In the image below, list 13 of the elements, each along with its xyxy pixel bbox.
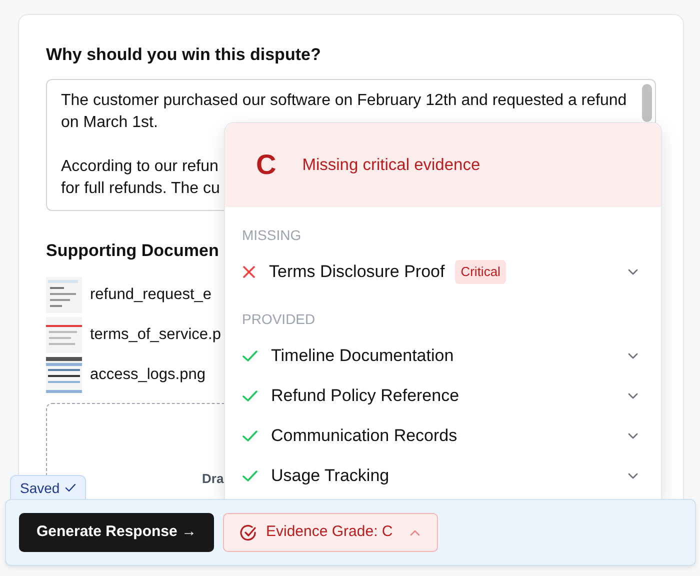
grade-summary: Missing critical evidence — [302, 154, 480, 176]
answer-text: The customer purchased our software on February 12th and requested a refund — [61, 91, 627, 111]
section-label: MISSING — [242, 226, 302, 245]
saved-label: Saved — [20, 478, 60, 498]
critical-tag: Critical — [454, 260, 506, 284]
grade-letter: C — [256, 148, 276, 182]
answer-text: for full refunds. The cu — [61, 179, 220, 199]
answer-text: on March 1st. — [61, 113, 158, 133]
section-heading: Supporting Documen — [46, 240, 220, 262]
dropzone-text: Dra — [202, 471, 224, 486]
answer-text: According to our refun — [61, 157, 218, 177]
section-label: PROVIDED — [242, 310, 316, 329]
question-label: Why should you win this dispute? — [46, 44, 322, 66]
